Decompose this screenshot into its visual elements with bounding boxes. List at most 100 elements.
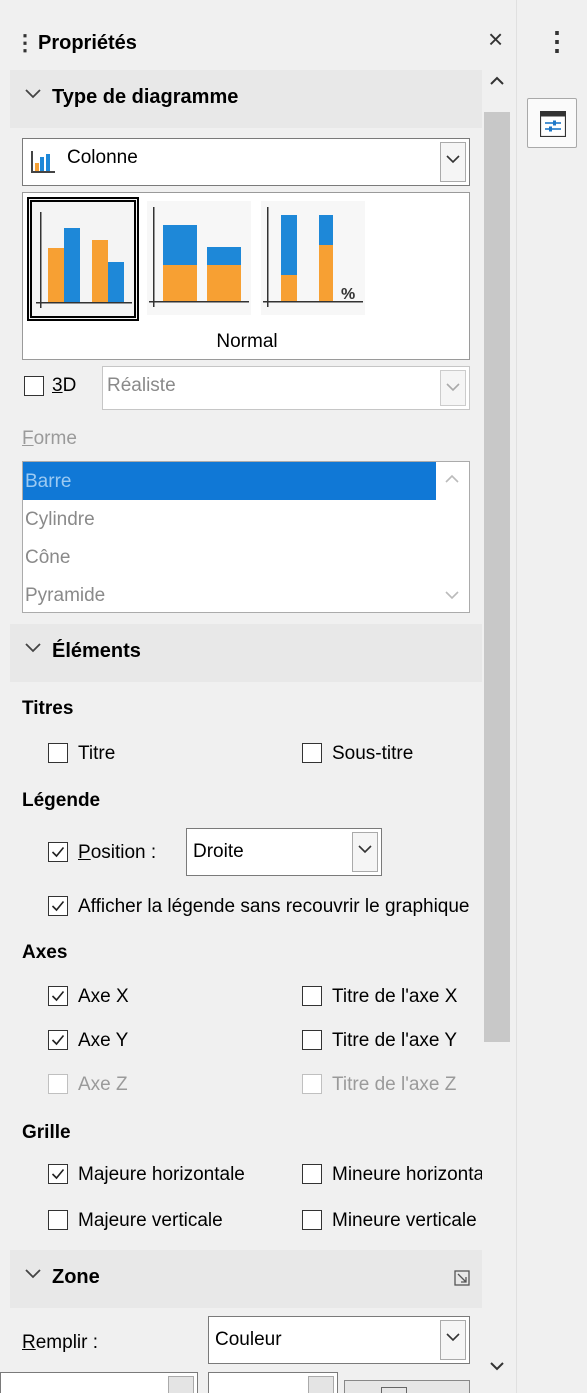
legend-position-select[interactable]: Droite bbox=[186, 828, 382, 876]
grid-group-label: Grille bbox=[22, 1122, 71, 1143]
axis-x-title-checkbox[interactable] bbox=[302, 986, 322, 1006]
chevron-down-icon bbox=[446, 155, 460, 164]
properties-panel: ⋮ Propriétés × Type de diagramme Colonne bbox=[0, 0, 516, 1393]
legend-position-checkbox[interactable] bbox=[48, 842, 68, 862]
shape-option-cone[interactable]: Cône bbox=[23, 538, 436, 576]
area-section-title: Zone bbox=[52, 1266, 100, 1288]
shape-label: Forme bbox=[22, 428, 77, 449]
axis-z-title-checkbox[interactable] bbox=[302, 1074, 322, 1094]
chart-type-select[interactable]: Colonne bbox=[22, 138, 470, 186]
percent-mark: % bbox=[341, 286, 355, 303]
chevron-down-icon bbox=[25, 643, 41, 653]
titles-group-label: Titres bbox=[22, 698, 74, 719]
legend-no-overlap-label: Afficher la légende sans recouvrir le gr… bbox=[78, 896, 470, 917]
variant-normal-column[interactable] bbox=[27, 197, 139, 321]
axis-y-title-label: Titre de l'axe Y bbox=[332, 1030, 458, 1051]
shape-list-scrollbar[interactable] bbox=[436, 462, 469, 612]
properties-deck-button[interactable] bbox=[527, 98, 577, 148]
title-checkbox[interactable] bbox=[48, 743, 68, 763]
fill-type-dropdown-button[interactable] bbox=[440, 1320, 466, 1360]
axis-x-title-label: Titre de l'axe X bbox=[332, 986, 458, 1007]
subtitle-checkbox-label: Sous-titre bbox=[332, 743, 414, 764]
check-icon bbox=[51, 990, 65, 1002]
axis-y-label: Axe Y bbox=[78, 1030, 129, 1051]
chevron-down-icon bbox=[446, 1333, 460, 1342]
panel-title: Propriétés bbox=[38, 32, 137, 54]
grip-icon[interactable]: ⋮ bbox=[14, 30, 36, 56]
fill-label: Remplir : bbox=[22, 1332, 99, 1353]
fill-gradient-dropdown-button[interactable] bbox=[308, 1376, 334, 1393]
legend-position-label: Position : bbox=[78, 842, 157, 863]
elements-section-header[interactable]: Éléments bbox=[10, 624, 482, 682]
chevron-down-icon bbox=[25, 1269, 41, 1279]
scroll-down-icon[interactable] bbox=[490, 1361, 504, 1371]
close-icon[interactable]: × bbox=[488, 26, 503, 52]
fill-color-select[interactable] bbox=[0, 1372, 198, 1393]
fill-gradient-select[interactable] bbox=[208, 1372, 338, 1393]
grid-major-vertical-label: Majeure verticale bbox=[78, 1210, 223, 1231]
chart-type-section-title: Type de diagramme bbox=[52, 86, 239, 108]
legend-no-overlap-checkbox[interactable] bbox=[48, 896, 68, 916]
fill-type-value: Couleur bbox=[215, 1329, 282, 1350]
3d-checkbox[interactable] bbox=[24, 376, 44, 396]
scroll-thumb[interactable] bbox=[484, 112, 510, 1042]
3d-style-value: Réaliste bbox=[107, 375, 176, 396]
legend-group-label: Légende bbox=[22, 790, 101, 811]
check-icon bbox=[51, 900, 65, 912]
selected-variant-label: Normal bbox=[216, 331, 278, 352]
grid-minor-vertical-label: Mineure verticale bbox=[332, 1210, 477, 1231]
chart-type-dropdown-button[interactable] bbox=[440, 142, 466, 182]
chart-variant-gallery: % Normal bbox=[22, 192, 470, 360]
scroll-down-icon[interactable] bbox=[445, 590, 459, 600]
3d-style-select[interactable]: Réaliste bbox=[102, 366, 470, 410]
more-options-icon[interactable] bbox=[454, 1270, 470, 1286]
shape-option-barre[interactable]: Barre bbox=[23, 462, 436, 500]
percent-stacked-column-chart-icon: % bbox=[263, 207, 363, 307]
3d-label: 3D bbox=[52, 375, 77, 396]
axis-z-label: Axe Z bbox=[78, 1074, 128, 1095]
check-icon bbox=[51, 1168, 65, 1180]
check-icon bbox=[51, 846, 65, 858]
area-section-header[interactable]: Zone bbox=[10, 1250, 482, 1308]
axis-z-checkbox[interactable] bbox=[48, 1074, 68, 1094]
grid-minor-horizontal-label: Mineure horizontale bbox=[332, 1164, 482, 1185]
axis-y-title-checkbox[interactable] bbox=[302, 1030, 322, 1050]
column-chart-icon bbox=[31, 151, 55, 173]
grid-minor-horizontal-checkbox[interactable] bbox=[302, 1164, 322, 1184]
shape-option-pyramide[interactable]: Pyramide bbox=[23, 576, 436, 612]
subtitle-checkbox[interactable] bbox=[302, 743, 322, 763]
3d-style-dropdown-button[interactable] bbox=[440, 370, 466, 406]
axis-y-checkbox[interactable] bbox=[48, 1030, 68, 1050]
fill-extra-button[interactable] bbox=[344, 1380, 470, 1393]
chevron-down-icon bbox=[358, 845, 372, 854]
axis-z-title-label: Titre de l'axe Z bbox=[332, 1074, 457, 1095]
fill-color-dropdown-button[interactable] bbox=[168, 1376, 194, 1393]
grid-major-vertical-checkbox[interactable] bbox=[48, 1210, 68, 1230]
scroll-up-icon[interactable] bbox=[490, 76, 504, 86]
fill-type-select[interactable]: Couleur bbox=[208, 1316, 470, 1364]
chevron-down-icon bbox=[446, 383, 460, 392]
legend-position-dropdown-button[interactable] bbox=[352, 832, 378, 872]
legend-position-value: Droite bbox=[193, 841, 244, 862]
axis-x-checkbox[interactable] bbox=[48, 986, 68, 1006]
panel-title-bar: ⋮ Propriétés × bbox=[0, 20, 516, 68]
scroll-up-icon[interactable] bbox=[445, 474, 459, 484]
grid-major-horizontal-checkbox[interactable] bbox=[48, 1164, 68, 1184]
tab-bar-menu-icon[interactable]: ⋮ bbox=[544, 28, 570, 54]
chart-type-section-header[interactable]: Type de diagramme bbox=[10, 70, 482, 128]
variant-percent-stacked-column[interactable]: % bbox=[261, 201, 365, 315]
axes-group-label: Axes bbox=[22, 942, 68, 963]
grid-major-horizontal-label: Majeure horizontale bbox=[78, 1164, 245, 1185]
normal-column-chart-icon bbox=[36, 212, 132, 308]
axis-x-label: Axe X bbox=[78, 986, 129, 1007]
panel-scrollbar[interactable] bbox=[480, 68, 516, 1393]
shape-option-cylindre[interactable]: Cylindre bbox=[23, 500, 436, 538]
chart-type-value: Colonne bbox=[67, 147, 138, 168]
properties-deck-icon bbox=[540, 111, 566, 137]
variant-stacked-column[interactable] bbox=[147, 201, 251, 315]
elements-section-title: Éléments bbox=[52, 640, 141, 662]
stacked-column-chart-icon bbox=[149, 207, 249, 307]
title-checkbox-label: Titre bbox=[78, 743, 116, 764]
grid-minor-vertical-checkbox[interactable] bbox=[302, 1210, 322, 1230]
shape-listbox[interactable]: Barre Cylindre Cône Pyramide bbox=[22, 461, 470, 613]
